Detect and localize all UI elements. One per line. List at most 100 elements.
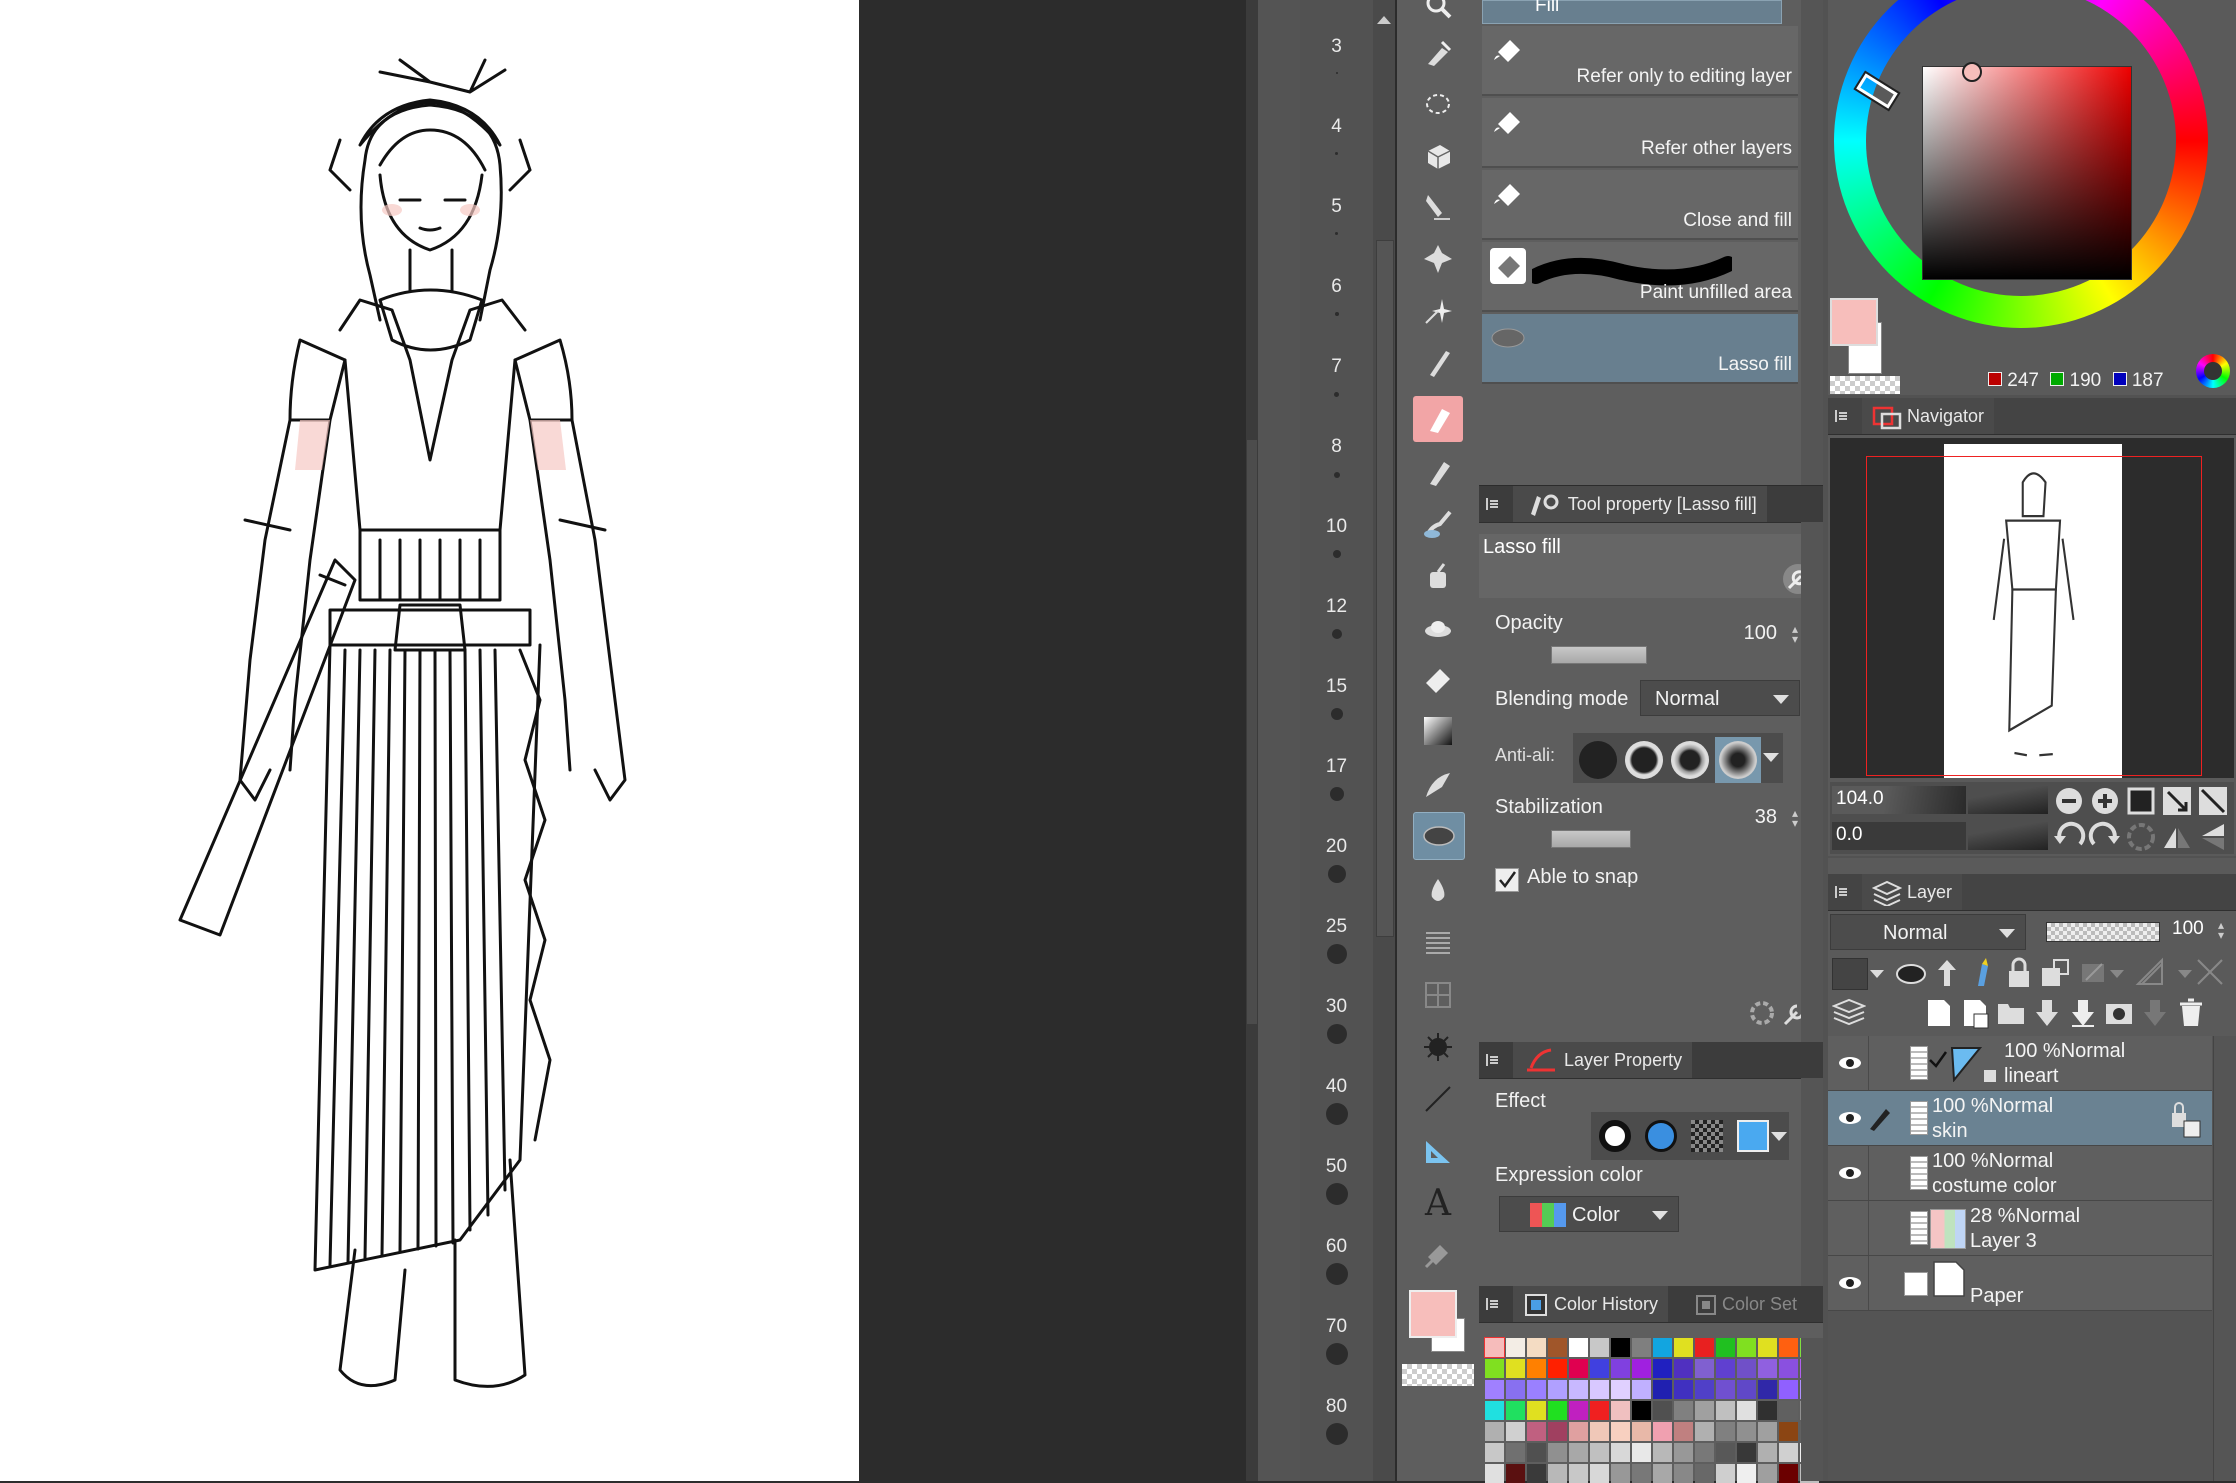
brush-size-5[interactable]: 5 — [1300, 196, 1373, 235]
stabilization-value[interactable]: 38 — [1755, 806, 1777, 829]
color-history-swatch[interactable] — [1611, 1464, 1630, 1483]
fit-to-navigator-icon[interactable] — [2196, 784, 2230, 818]
stabilization-spinner-icon[interactable]: ▴ ▾ — [1789, 807, 1801, 829]
color-history-swatch[interactable] — [1569, 1401, 1588, 1420]
color-history-swatch[interactable] — [1569, 1443, 1588, 1462]
layer-color-icon[interactable] — [1737, 1120, 1769, 1152]
canvas-scroll-thumb[interactable] — [1247, 440, 1257, 1024]
zoom-out-icon[interactable] — [2052, 784, 2086, 818]
brush-size-scrollbar[interactable] — [1373, 0, 1395, 1481]
gradient-icon[interactable] — [1413, 708, 1463, 754]
color-history-swatch[interactable] — [1674, 1338, 1693, 1357]
zoom-in-icon[interactable] — [2088, 784, 2122, 818]
airbrush-icon[interactable] — [1413, 553, 1463, 599]
correct-line-icon[interactable] — [1413, 1232, 1463, 1278]
color-history-swatch[interactable] — [1485, 1443, 1504, 1462]
blending-mode-dropdown[interactable]: Normal — [1640, 680, 1800, 716]
flip-horizontal-icon[interactable] — [2160, 820, 2194, 854]
color-history-swatch[interactable] — [1548, 1401, 1567, 1420]
color-history-swatch[interactable] — [1611, 1443, 1630, 1462]
reference-layer-icon[interactable] — [1930, 956, 1964, 990]
mask-enable-icon[interactable] — [2078, 956, 2112, 990]
layer-opacity-slider[interactable] — [2046, 922, 2160, 942]
fit-to-window-icon[interactable] — [2160, 784, 2194, 818]
edit-target-column[interactable] — [1868, 1036, 1893, 1090]
brush-size-30[interactable]: 30 — [1300, 996, 1373, 1044]
color-history-swatch[interactable] — [1506, 1443, 1525, 1462]
layer-property-tab[interactable]: Layer Property — [1513, 1042, 1693, 1078]
sub-tool-refer-only-editing[interactable]: Refer only to editing layer — [1482, 26, 1798, 96]
antialias-strong-option[interactable] — [1715, 737, 1761, 783]
color-history-swatch[interactable] — [1632, 1380, 1651, 1399]
vector-move-icon[interactable] — [1413, 236, 1463, 282]
color-history-swatch[interactable] — [1716, 1380, 1735, 1399]
ruler-icon[interactable] — [1413, 1128, 1463, 1174]
color-history-swatch[interactable] — [1590, 1464, 1609, 1483]
pen-highlight-icon[interactable] — [1413, 396, 1463, 442]
brush-size-80[interactable]: 80 — [1300, 1396, 1373, 1445]
lasso-select-icon[interactable] — [1413, 83, 1463, 129]
new-raster-layer-icon[interactable] — [1922, 996, 1956, 1030]
edit-target-column[interactable] — [1868, 1201, 1893, 1255]
brush-size-25[interactable]: 25 — [1300, 916, 1373, 964]
brush-size-6[interactable]: 6 — [1300, 276, 1373, 316]
color-history-swatch[interactable] — [1527, 1401, 1546, 1420]
color-history-swatch[interactable] — [1674, 1380, 1693, 1399]
color-history-swatch[interactable] — [1779, 1401, 1798, 1420]
trash-icon[interactable] — [2174, 996, 2208, 1030]
color-history-swatch[interactable] — [1632, 1443, 1651, 1462]
color-history-swatch[interactable] — [1737, 1359, 1756, 1378]
color-history-swatch[interactable] — [1590, 1380, 1609, 1399]
flip-vertical-icon[interactable] — [2196, 820, 2230, 854]
color-history-swatch[interactable] — [1716, 1443, 1735, 1462]
color-history-swatch[interactable] — [1695, 1380, 1714, 1399]
panel-menu-icon[interactable] — [1485, 496, 1501, 512]
ruler-hide-icon[interactable] — [2194, 956, 2228, 990]
antialias-medium-icon[interactable] — [1671, 741, 1709, 779]
color-history-swatch[interactable] — [1674, 1422, 1693, 1441]
brush-size-7[interactable]: 7 — [1300, 356, 1373, 397]
brush-size-8[interactable]: 8 — [1300, 436, 1373, 478]
brush-size-17[interactable]: 17 — [1300, 756, 1373, 801]
color-history-swatch[interactable] — [1653, 1380, 1672, 1399]
color-history-swatch[interactable] — [1506, 1380, 1525, 1399]
layer-row-costume-color[interactable]: 100 %Normal costume color — [1828, 1146, 2212, 1201]
antialias-weak-icon[interactable] — [1625, 741, 1663, 779]
opacity-spinner-icon[interactable]: ▴ ▾ — [1789, 623, 1801, 645]
rotate-right-icon[interactable] — [2088, 820, 2122, 854]
eye-icon[interactable] — [1838, 1272, 1862, 1294]
color-history-swatch[interactable] — [1611, 1422, 1630, 1441]
main-color-swatch[interactable] — [1409, 1290, 1457, 1338]
color-history-swatch[interactable] — [1779, 1380, 1798, 1399]
canvas-vertical-scrollbar[interactable] — [1246, 0, 1258, 1481]
color-history-swatch[interactable] — [1569, 1464, 1588, 1483]
draft-layer-icon[interactable] — [1966, 956, 2000, 990]
transparent-swatch[interactable] — [1830, 376, 1900, 394]
edit-target-column[interactable] — [1868, 1256, 1893, 1310]
color-history-swatch[interactable] — [1716, 1359, 1735, 1378]
pen-icon[interactable] — [1413, 340, 1463, 386]
zoom-icon[interactable] — [1413, 0, 1463, 30]
layer-mask-icon[interactable] — [2102, 996, 2136, 1030]
new-folder-icon[interactable] — [1994, 996, 2028, 1030]
reset-settings-icon[interactable] — [1747, 998, 1777, 1028]
figure-icon[interactable] — [1413, 762, 1463, 808]
eye-icon[interactable] — [1838, 1162, 1862, 1184]
color-history-swatch[interactable] — [1632, 1401, 1651, 1420]
lock-layer-icon[interactable] — [2002, 956, 2036, 990]
magic-wand-icon[interactable] — [1413, 288, 1463, 334]
eye-icon[interactable] — [1838, 1052, 1862, 1074]
color-history-swatch[interactable] — [1548, 1464, 1567, 1483]
blue-value[interactable]: 187 — [2132, 370, 2164, 391]
transfer-down-icon[interactable] — [2030, 996, 2064, 1030]
color-history-swatch[interactable] — [1737, 1443, 1756, 1462]
snap-checkbox[interactable] — [1495, 868, 1519, 892]
antialias-none-icon[interactable] — [1579, 741, 1617, 779]
navigator-viewport-frame[interactable] — [1866, 456, 2202, 776]
color-history-swatch[interactable] — [1632, 1338, 1651, 1357]
tool-property-tab[interactable]: Tool property [Lasso fill] — [1513, 486, 1767, 522]
apply-mask-icon[interactable] — [2138, 996, 2172, 1030]
color-history-swatch[interactable] — [1590, 1338, 1609, 1357]
rotation-value[interactable]: 0.0 — [1836, 824, 1862, 846]
sparkle-icon[interactable] — [1413, 1024, 1463, 1070]
